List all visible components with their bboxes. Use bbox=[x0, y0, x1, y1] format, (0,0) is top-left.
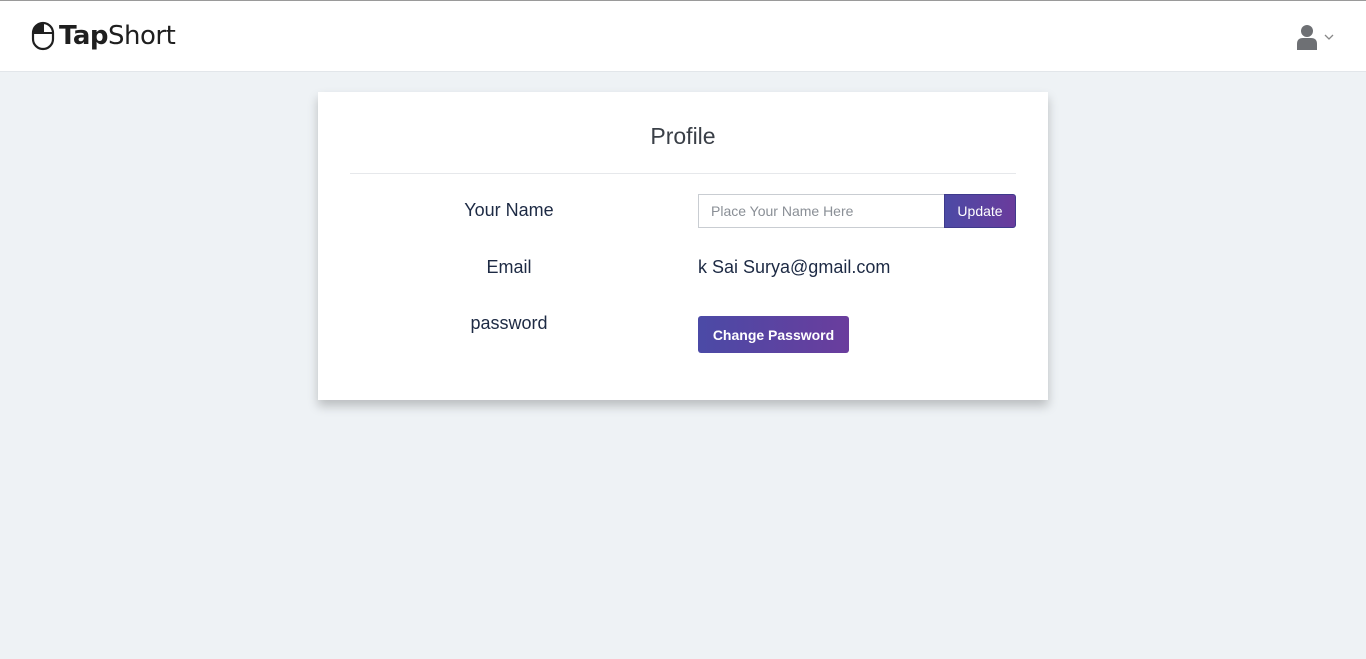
email-label: Email bbox=[486, 257, 532, 277]
logo-text-bold: Tap bbox=[59, 21, 109, 51]
page-title: Profile bbox=[650, 123, 716, 149]
mouse-icon bbox=[31, 21, 55, 51]
user-menu[interactable] bbox=[1296, 23, 1340, 51]
name-input[interactable] bbox=[698, 194, 945, 228]
logo-text: TapShort bbox=[59, 20, 176, 52]
email-value: k Sai Surya@gmail.com bbox=[698, 257, 891, 277]
title-divider bbox=[350, 173, 1016, 174]
password-label: password bbox=[470, 313, 548, 333]
name-label: Your Name bbox=[464, 200, 554, 220]
profile-card: Profile Your Name Update Email k Sai Sur… bbox=[318, 92, 1048, 400]
top-navbar: TapShort bbox=[0, 0, 1366, 72]
logo-text-regular: Short bbox=[108, 21, 176, 51]
chevron-down-icon bbox=[1324, 34, 1334, 40]
change-password-button[interactable]: Change Password bbox=[698, 316, 849, 353]
logo[interactable]: TapShort bbox=[31, 20, 176, 52]
user-icon bbox=[1297, 25, 1317, 50]
update-button[interactable]: Update bbox=[944, 194, 1016, 228]
